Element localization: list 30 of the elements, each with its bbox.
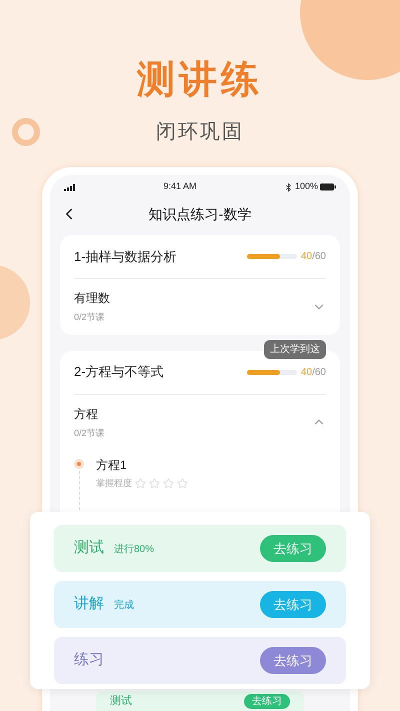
section-title[interactable]: 有理数 [74,289,110,307]
progress-count: 40/60 [300,250,326,264]
battery-icon [320,183,336,191]
section-title[interactable]: 方程 [74,404,105,422]
decor-ring [12,118,40,146]
lesson-count: 0/2节课 [74,311,106,324]
step-title: 测试 [74,538,104,558]
star-icon [135,478,146,490]
star-icon [149,478,160,490]
lesson-title[interactable]: 方程1 [96,456,188,474]
step-status: 进行80% [114,542,154,558]
star-icon [163,478,174,490]
star-icon [177,478,188,490]
bluetooth-icon [284,182,293,192]
mastery-label: 掌握程度 [96,477,132,490]
step-status: 完成 [114,598,134,614]
chapter-title[interactable]: 1-抽样与数据分析 [74,246,177,266]
chapter-title[interactable]: 2-方程与不等式 [74,362,164,382]
step-title: 练习 [74,650,104,670]
headline: 测讲练 [137,58,263,103]
lesson-count: 0/2节课 [74,426,105,440]
signal-icon [64,184,76,190]
progress-count: 40/60 [300,366,326,380]
step-title: 测试 [110,694,132,709]
page-title: 知识点练习-数学 [148,204,252,224]
battery-percent: 100% [294,180,318,194]
status-time: 9:41 AM [163,180,196,194]
subheadline: 闭环巩固 [156,120,244,145]
tooltip: 上次学到这 [264,340,326,358]
step-title: 讲解 [74,594,104,614]
